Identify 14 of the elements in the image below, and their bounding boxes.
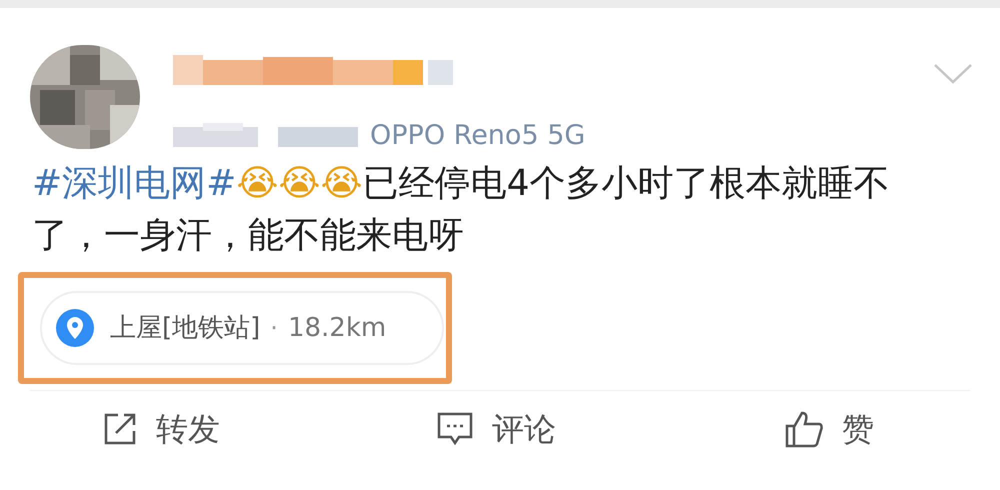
comment-icon	[436, 411, 474, 447]
share-icon	[102, 411, 138, 447]
location-chip[interactable]: 上屋[地铁站] · 18.2km	[40, 291, 444, 365]
location-name: 上屋[地铁站]	[110, 312, 260, 344]
chevron-down-icon[interactable]	[933, 63, 973, 85]
post-text: #深圳电网#😭😭😭已经停电4个多小时了根本就睡不了，一身汗，能不能来电呀	[32, 162, 890, 258]
comment-button[interactable]: 评论	[492, 405, 556, 453]
thumbs-up-icon	[784, 410, 824, 448]
like-button[interactable]: 赞	[842, 405, 874, 453]
post-source: OPPO Reno5 5G	[370, 118, 586, 153]
map-pin-icon	[56, 309, 94, 347]
repost-button[interactable]: 转发	[156, 405, 220, 453]
location-distance: 18.2km	[288, 312, 386, 344]
separator: ·	[270, 313, 278, 344]
